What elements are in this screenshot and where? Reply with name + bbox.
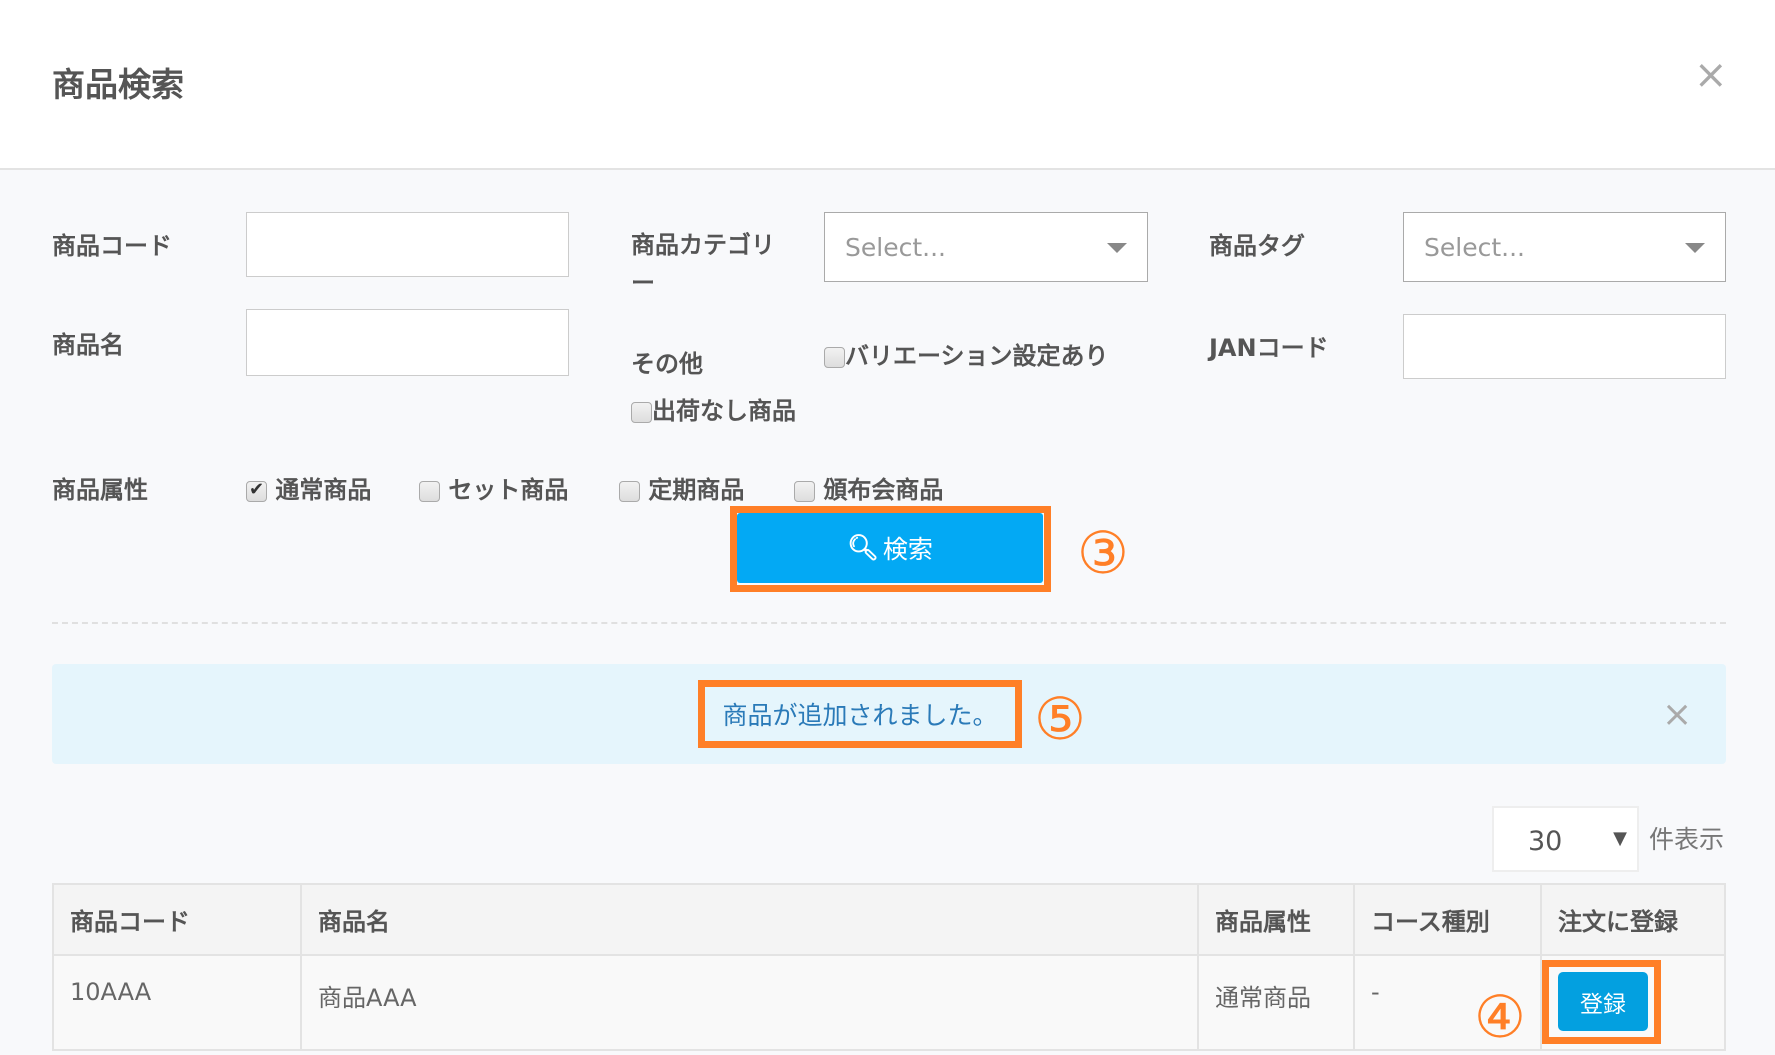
step-5-marker: ⑤: [1034, 685, 1086, 753]
chevron-down-icon: [1685, 243, 1705, 253]
attr-option-set[interactable]: セット商品: [419, 470, 568, 505]
caret-down-icon: ▼: [1613, 828, 1627, 849]
variation-checkbox[interactable]: [824, 346, 845, 368]
close-dialog-icon[interactable]: ×: [1694, 52, 1728, 98]
product-name-input[interactable]: [246, 309, 569, 376]
dialog-header: [0, 0, 1775, 170]
attr-label: 商品属性: [52, 476, 148, 504]
divider: [52, 622, 1726, 624]
per-page-suffix: 件表示: [1649, 825, 1725, 854]
search-button[interactable]: 🔍︎ 検索: [737, 513, 1043, 583]
step-3-marker: ③: [1077, 519, 1129, 587]
step-4-marker: ④: [1474, 983, 1526, 1051]
no-shipping-checkbox[interactable]: [631, 401, 652, 423]
search-icon: 🔍︎: [847, 533, 879, 562]
col-course: コース種別: [1353, 883, 1542, 956]
col-register: 注文に登録: [1540, 883, 1726, 956]
checkbox[interactable]: [794, 480, 815, 502]
search-button-label: 検索: [882, 535, 933, 564]
attr-option-distribution[interactable]: 頒布会商品: [794, 470, 943, 505]
cell-name: 商品AAA: [300, 954, 1199, 1051]
col-code: 商品コード: [52, 883, 302, 956]
alert-message: 商品が追加されました。: [698, 680, 1022, 748]
tag-placeholder: Select...: [1424, 233, 1525, 262]
checkbox[interactable]: [419, 480, 440, 502]
attr-option-label: 通常商品: [275, 476, 372, 504]
category-placeholder: Select...: [845, 233, 946, 262]
table-header-row: 商品コード 商品名 商品属性 コース種別 注文に登録: [52, 883, 1726, 956]
attr-option-subscription[interactable]: 定期商品: [619, 470, 744, 505]
per-page-value: 30: [1528, 826, 1563, 857]
product-code-input[interactable]: [246, 212, 569, 277]
attr-option-label: セット商品: [448, 476, 569, 504]
category-label: 商品カテゴリー: [631, 231, 775, 297]
variation-label: バリエーション設定あり: [845, 342, 1109, 370]
attr-option-label: 頒布会商品: [823, 476, 944, 504]
checkbox[interactable]: [246, 479, 267, 502]
cell-code: 10AAA: [52, 954, 302, 1051]
chevron-down-icon: [1107, 243, 1127, 253]
no-shipping-label: 出荷なし商品: [652, 397, 796, 425]
product-name-label: 商品名: [52, 331, 124, 359]
other-label: その他: [631, 350, 703, 378]
col-attr: 商品属性: [1197, 883, 1355, 956]
per-page-select[interactable]: 30 ▼: [1492, 806, 1639, 872]
tag-label: 商品タグ: [1209, 232, 1305, 260]
jan-label: JANコード: [1209, 334, 1329, 362]
cell-attr: 通常商品: [1197, 954, 1355, 1051]
attr-option-normal[interactable]: 通常商品: [246, 470, 371, 505]
close-alert-icon[interactable]: ×: [1662, 694, 1692, 735]
col-name: 商品名: [300, 883, 1199, 956]
dialog-title: 商品検索: [52, 65, 184, 104]
attr-option-label: 定期商品: [648, 476, 745, 504]
variation-option[interactable]: バリエーション設定あり: [824, 336, 1109, 371]
register-button[interactable]: 登録: [1558, 972, 1648, 1031]
product-code-label: 商品コード: [52, 232, 172, 260]
no-shipping-option[interactable]: 出荷なし商品: [631, 391, 796, 426]
tag-select[interactable]: Select...: [1403, 212, 1726, 282]
checkbox[interactable]: [619, 480, 640, 502]
jan-input[interactable]: [1403, 314, 1726, 379]
category-select[interactable]: Select...: [824, 212, 1148, 282]
